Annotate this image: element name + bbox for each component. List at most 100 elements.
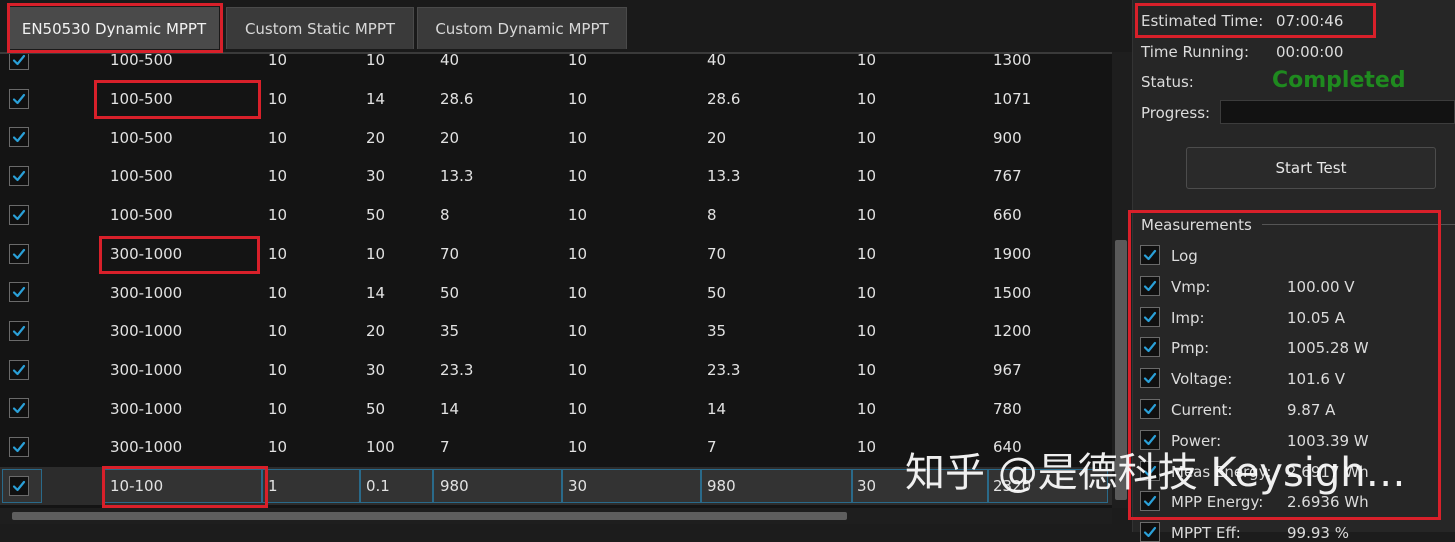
- row-checkbox[interactable]: [9, 54, 29, 70]
- table-cell: 10: [268, 90, 288, 109]
- tab-label: Custom Static MPPT: [244, 19, 396, 38]
- table-cell: 100-500: [110, 206, 173, 225]
- table-cell: 300-1000: [110, 322, 183, 341]
- table-cell: 10: [568, 399, 588, 418]
- start-test-button[interactable]: Start Test: [1186, 147, 1436, 189]
- table-cell: 10: [268, 167, 288, 186]
- table-cell: 13.3: [707, 167, 741, 186]
- table-cell: 50: [366, 206, 386, 225]
- row-checkbox[interactable]: [9, 204, 29, 225]
- highlight-box: [94, 80, 261, 119]
- table-cell: 70: [440, 244, 460, 263]
- table-cell: 10: [857, 90, 877, 109]
- measurement-value: 99.93 %: [1287, 524, 1349, 542]
- row-checkbox[interactable]: [9, 282, 29, 303]
- table-row[interactable]: 300-1000 10 30 23.3 10 23.3 10 967: [0, 351, 1112, 390]
- table-cell: 10: [268, 244, 288, 263]
- table-row[interactable]: 100-500 10 50 8 10 8 10 660: [0, 196, 1112, 235]
- table-cell: 35: [707, 322, 727, 341]
- table-cell: 10: [268, 283, 288, 302]
- table-cell: 10: [857, 399, 877, 418]
- table-cell: 767: [993, 167, 1022, 186]
- row-checkbox[interactable]: [9, 127, 29, 148]
- table-cell: 900: [993, 128, 1022, 147]
- table-row[interactable]: 100-500 10 10 40 10 40 10 1300: [0, 52, 1112, 80]
- tab-custom-dynamic-mppt[interactable]: Custom Dynamic MPPT: [417, 7, 627, 49]
- row-checkbox[interactable]: [9, 475, 29, 496]
- table-cell: 100: [366, 438, 395, 457]
- row-checkbox[interactable]: [9, 437, 29, 457]
- table-row[interactable]: 300-1000 10 50 14 10 14 10 780: [0, 389, 1112, 428]
- table-cell: 14: [707, 399, 727, 418]
- table-cell: 10: [568, 244, 588, 263]
- status-value: Completed: [1272, 68, 1406, 93]
- tab-label: Custom Dynamic MPPT: [435, 19, 609, 38]
- table-cell: 14: [366, 90, 386, 109]
- table-cell: 10: [568, 438, 588, 457]
- table-cell: 10: [857, 167, 877, 186]
- table-cell: 23.3: [440, 360, 474, 379]
- tab-custom-static-mppt[interactable]: Custom Static MPPT: [226, 7, 414, 49]
- table-cell: 10: [857, 322, 877, 341]
- row-checkbox[interactable]: [9, 320, 29, 341]
- table-cell: 10: [857, 244, 877, 263]
- table-row[interactable]: 300-1000 10 20 35 10 35 10 1200: [0, 312, 1112, 351]
- table-cell: 1: [268, 477, 278, 496]
- table-cell: 10: [857, 52, 877, 70]
- table-cell: 10: [857, 438, 877, 457]
- table-cell: 10: [268, 399, 288, 418]
- table-cell: 40: [707, 52, 727, 70]
- table-row[interactable]: 100-500 10 30 13.3 10 13.3 10 767: [0, 157, 1112, 196]
- table-cell: 40: [440, 52, 460, 70]
- row-checkbox[interactable]: [9, 166, 29, 187]
- table-cell: 300-1000: [110, 360, 183, 379]
- table-cell: 10: [366, 52, 386, 70]
- table-cell: 10: [568, 167, 588, 186]
- table-cell: 30: [857, 477, 877, 496]
- status-label: Status:: [1141, 73, 1194, 91]
- highlight-box: [7, 3, 223, 53]
- table-cell: 35: [440, 322, 460, 341]
- horizontal-scroll-thumb[interactable]: [12, 512, 847, 520]
- table-cell: 20: [707, 128, 727, 147]
- table-cell: 50: [366, 399, 386, 418]
- row-checkbox[interactable]: [9, 243, 29, 264]
- table-cell: 20: [366, 128, 386, 147]
- progress-bar: [1220, 100, 1455, 124]
- table-cell: 10: [268, 128, 288, 147]
- table-cell: 10: [857, 206, 877, 225]
- table-cell: 300-1000: [110, 438, 183, 457]
- row-checkbox[interactable]: [9, 359, 29, 380]
- table-cell: 100-500: [110, 167, 173, 186]
- table-row[interactable]: 300-1000 10 14 50 10 50 10 1500: [0, 273, 1112, 312]
- measurement-checkbox[interactable]: [1140, 522, 1160, 542]
- row-checkbox[interactable]: [9, 88, 29, 109]
- table-cell: 10: [268, 322, 288, 341]
- table-cell: 1300: [993, 52, 1032, 70]
- table-cell: 10: [568, 52, 588, 70]
- table-row[interactable]: 100-500 10 20 20 10 20 10 900: [0, 118, 1112, 157]
- table-cell: 100-500: [110, 128, 173, 147]
- table-cell: 14: [366, 283, 386, 302]
- table-cell: 10: [568, 128, 588, 147]
- table-cell: 10: [268, 206, 288, 225]
- table-cell: 7: [707, 438, 717, 457]
- table-cell: 23.3: [707, 360, 741, 379]
- table-cell: 980: [707, 477, 736, 496]
- table-cell: 1900: [993, 244, 1032, 263]
- table-cell: 8: [440, 206, 450, 225]
- table-cell: 10: [568, 322, 588, 341]
- table-cell: 10: [857, 360, 877, 379]
- table-cell: 1200: [993, 322, 1032, 341]
- start-test-label: Start Test: [1275, 159, 1347, 177]
- highlight-box: [102, 466, 268, 508]
- table-cell: 7: [440, 438, 450, 457]
- table-cell: 300-1000: [110, 283, 183, 302]
- table-cell: 20: [366, 322, 386, 341]
- row-checkbox[interactable]: [9, 398, 29, 419]
- table-cell: 28.6: [707, 90, 741, 109]
- time-running-label: Time Running:: [1141, 43, 1249, 61]
- watermark-text: 知乎 @是德科技 Keysigh…: [905, 450, 1406, 496]
- table-cell: 10: [568, 90, 588, 109]
- table-cell: 10: [568, 360, 588, 379]
